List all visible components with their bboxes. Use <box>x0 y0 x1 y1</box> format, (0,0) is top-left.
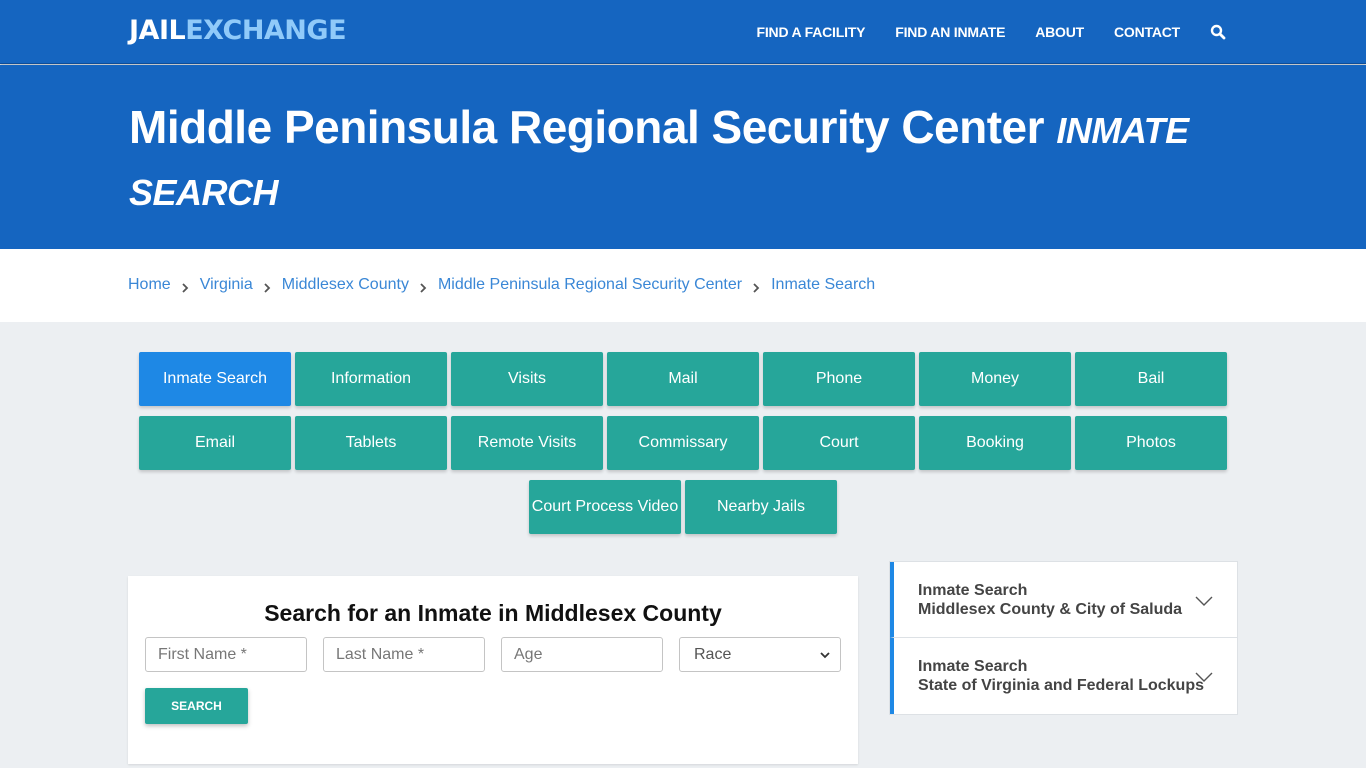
accordion-item-title: Inmate Search <box>918 582 1028 599</box>
tab-booking[interactable]: Booking <box>919 416 1071 470</box>
site-logo[interactable]: JAILEXCHANGE <box>129 15 347 46</box>
tab-inmate-search[interactable]: Inmate Search <box>139 352 291 406</box>
accordion-item-county[interactable]: Inmate Search Middlesex County & City of… <box>890 562 1237 638</box>
nav-about[interactable]: ABOUT <box>1035 24 1084 40</box>
chevron-down-icon[interactable] <box>1195 593 1213 606</box>
tab-mail[interactable]: Mail <box>607 352 759 406</box>
top-navbar: JAILEXCHANGE FIND A FACILITY FIND AN INM… <box>0 0 1366 64</box>
tab-visits[interactable]: Visits <box>451 352 603 406</box>
nav-links: FIND A FACILITY FIND AN INMATE ABOUT CON… <box>727 0 1226 64</box>
race-select[interactable]: Race <box>679 637 841 672</box>
first-name-input[interactable] <box>145 637 307 672</box>
tab-money[interactable]: Money <box>919 352 1071 406</box>
search-form-title: Search for an Inmate in Middlesex County <box>264 600 722 626</box>
chevron-down-icon[interactable] <box>1195 669 1213 682</box>
tab-remote-visits[interactable]: Remote Visits <box>451 416 603 470</box>
breadcrumb-state[interactable]: Virginia <box>200 276 253 294</box>
last-name-input[interactable] <box>323 637 485 672</box>
nav-find-facility[interactable]: FIND A FACILITY <box>757 24 866 40</box>
tab-email[interactable]: Email <box>139 416 291 470</box>
tab-information[interactable]: Information <box>295 352 447 406</box>
accordion-item-label: Inmate Search State of Virginia and Fede… <box>918 657 1204 695</box>
breadcrumb-bar: Home Virginia Middlesex County Middle Pe… <box>0 249 1366 322</box>
chevron-right-icon <box>263 280 272 293</box>
breadcrumb: Home Virginia Middlesex County Middle Pe… <box>128 276 875 294</box>
tab-tablets[interactable]: Tablets <box>295 416 447 470</box>
facility-name: Middle Peninsula Regional Security Cente… <box>129 101 1045 153</box>
search-icon[interactable] <box>1210 24 1226 40</box>
inmate-search-card: Search for an Inmate in Middlesex County… <box>128 576 858 764</box>
tab-court[interactable]: Court <box>763 416 915 470</box>
breadcrumb-facility[interactable]: Middle Peninsula Regional Security Cente… <box>438 276 742 294</box>
sidebar-accordion: Inmate Search Middlesex County & City of… <box>889 561 1238 715</box>
breadcrumb-county[interactable]: Middlesex County <box>282 276 409 294</box>
logo-jail: JAIL <box>129 15 186 46</box>
tab-court-process-video[interactable]: Court Process Video <box>529 480 681 534</box>
tab-commissary[interactable]: Commissary <box>607 416 759 470</box>
tab-bail[interactable]: Bail <box>1075 352 1227 406</box>
nav-contact[interactable]: CONTACT <box>1114 24 1180 40</box>
breadcrumb-home[interactable]: Home <box>128 276 171 294</box>
breadcrumb-current[interactable]: Inmate Search <box>771 276 875 294</box>
logo-exchange: EXCHANGE <box>185 15 347 46</box>
nav-find-inmate[interactable]: FIND AN INMATE <box>895 24 1005 40</box>
chevron-right-icon <box>752 280 761 293</box>
tab-nearby-jails[interactable]: Nearby Jails <box>685 480 837 534</box>
accordion-item-subtitle: Middlesex County & City of Saluda <box>918 601 1183 618</box>
accordion-item-subtitle: State of Virginia and Federal Lockups <box>918 677 1204 694</box>
search-button[interactable]: SEARCH <box>145 688 248 724</box>
facility-tabs: Inmate Search Information Visits Mail Ph… <box>137 352 1229 534</box>
accordion-item-state[interactable]: Inmate Search State of Virginia and Fede… <box>890 638 1237 714</box>
age-input[interactable] <box>501 637 663 672</box>
tab-phone[interactable]: Phone <box>763 352 915 406</box>
accordion-item-label: Inmate Search Middlesex County & City of… <box>918 581 1182 619</box>
accordion-item-title: Inmate Search <box>918 658 1028 675</box>
chevron-right-icon <box>181 280 190 293</box>
tab-photos[interactable]: Photos <box>1075 416 1227 470</box>
chevron-down-icon <box>820 646 830 664</box>
chevron-right-icon <box>419 280 428 293</box>
hero-banner: Middle Peninsula Regional Security Cente… <box>0 65 1366 249</box>
race-select-value: Race <box>694 645 732 663</box>
page-title: Middle Peninsula Regional Security Cente… <box>129 98 1229 222</box>
